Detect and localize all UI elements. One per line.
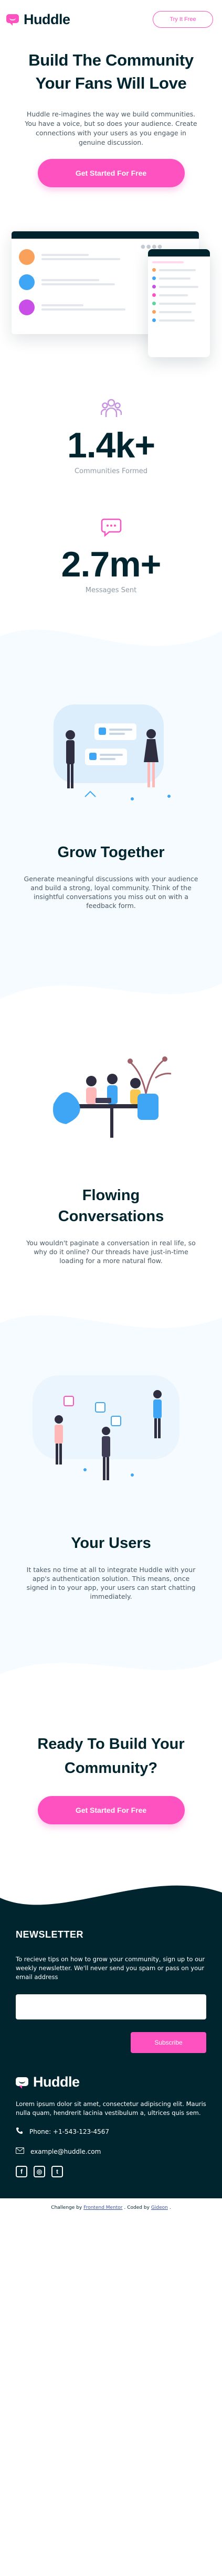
mobile-screen-mockup bbox=[148, 249, 210, 357]
phone-icon bbox=[16, 2127, 23, 2136]
feature-title: Flowing Conversations bbox=[58, 1187, 164, 1225]
facebook-icon[interactable]: f bbox=[16, 2166, 27, 2177]
email-text[interactable]: example@huddle.com bbox=[30, 2148, 101, 2155]
footer-brand-name: Huddle bbox=[33, 2074, 80, 2090]
contact-email: example@huddle.com bbox=[16, 2147, 206, 2155]
attribution-prefix: Challenge by bbox=[51, 2205, 82, 2210]
cta-section: Ready To Build Your Community? Get Start… bbox=[0, 1685, 222, 1877]
hero-text: Huddle re-imagines the way we build comm… bbox=[25, 110, 197, 146]
attribution: Challenge by Frontend Mentor . Coded by … bbox=[0, 2198, 222, 2217]
email-field[interactable] bbox=[16, 1994, 206, 2019]
email-icon bbox=[16, 2147, 24, 2155]
site-footer: NEWSLETTER To recieve tips on how to gro… bbox=[0, 1877, 222, 2217]
hero-section: Build The Community Your Fans Will Love … bbox=[0, 39, 222, 187]
flowing-conversations-illustration bbox=[52, 1056, 171, 1138]
attribution-middle: . Coded by bbox=[124, 2205, 150, 2210]
grow-together-illustration bbox=[53, 704, 171, 800]
stat-communities: 1.4k+ Communities Formed bbox=[0, 398, 222, 475]
contact-phone: Phone: +1-543-123-4567 bbox=[16, 2127, 206, 2136]
twitter-icon[interactable]: t bbox=[51, 2166, 63, 2177]
instagram-icon[interactable]: ◎ bbox=[34, 2166, 45, 2177]
feature-title: Grow Together bbox=[57, 844, 165, 861]
wave-divider bbox=[0, 1315, 222, 1354]
stat-label: Communities Formed bbox=[74, 467, 148, 475]
cta-get-started-button[interactable]: Get Started For Free bbox=[37, 1796, 185, 1824]
get-started-button[interactable]: Get Started For Free bbox=[37, 159, 185, 187]
feature-your-users: Your Users It takes no time at all to in… bbox=[0, 1291, 222, 1685]
brand-name: Huddle bbox=[24, 11, 70, 27]
communities-icon bbox=[100, 398, 122, 418]
huddle-logo-icon bbox=[6, 14, 20, 26]
feature-title: Your Users bbox=[71, 1535, 151, 1552]
stat-label: Messages Sent bbox=[85, 586, 137, 594]
huddle-logo-icon bbox=[16, 2077, 29, 2089]
wave-divider bbox=[0, 1648, 222, 1674]
social-links: f ◎ t bbox=[16, 2166, 206, 2177]
brand-logo[interactable]: Huddle bbox=[6, 12, 70, 28]
hero-title: Build The Community Your Fans Will Love bbox=[28, 51, 194, 92]
footer-brand-logo[interactable]: Huddle bbox=[16, 2074, 206, 2090]
stat-messages: 2.7m+ Messages Sent bbox=[0, 517, 222, 594]
app-mockup-illustration: ●●●● bbox=[0, 208, 222, 360]
attribution-suffix: . bbox=[169, 2205, 171, 2210]
your-users-illustration bbox=[32, 1375, 179, 1480]
newsletter-title: NEWSLETTER bbox=[16, 1929, 83, 1940]
cta-title: Ready To Build Your Community? bbox=[37, 1736, 185, 1777]
footer-wave bbox=[0, 1885, 222, 1919]
feature-text: It takes no time at all to integrate Hud… bbox=[26, 1566, 196, 1600]
wave-divider bbox=[0, 968, 222, 999]
stat-value: 2.7m+ bbox=[61, 544, 162, 584]
author-link[interactable]: Gideon bbox=[151, 2205, 168, 2210]
site-header: Huddle Try It Free bbox=[0, 0, 222, 39]
feature-text: Generate meaningful discussions with you… bbox=[24, 875, 198, 910]
try-it-free-button[interactable]: Try It Free bbox=[153, 11, 213, 28]
wave-divider bbox=[0, 629, 222, 662]
subscribe-button[interactable]: Subscribe bbox=[131, 2032, 206, 2053]
footer-about: Lorem ipsum dolor sit amet, consectetur … bbox=[16, 2100, 206, 2117]
frontend-mentor-link[interactable]: Frontend Mentor bbox=[83, 2205, 122, 2210]
newsletter-text: To recieve tips on how to grow your comm… bbox=[16, 1955, 205, 1981]
feature-flowing-conversations: Flowing Conversations You wouldn't pagin… bbox=[0, 1010, 222, 1265]
messages-icon bbox=[101, 517, 122, 537]
stat-value: 1.4k+ bbox=[67, 425, 155, 465]
feature-grow-together: Grow Together Generate meaningful discus… bbox=[0, 615, 222, 1010]
phone-text: Phone: +1-543-123-4567 bbox=[29, 2128, 110, 2135]
feature-text: You wouldn't paginate a conversation in … bbox=[26, 1239, 196, 1265]
